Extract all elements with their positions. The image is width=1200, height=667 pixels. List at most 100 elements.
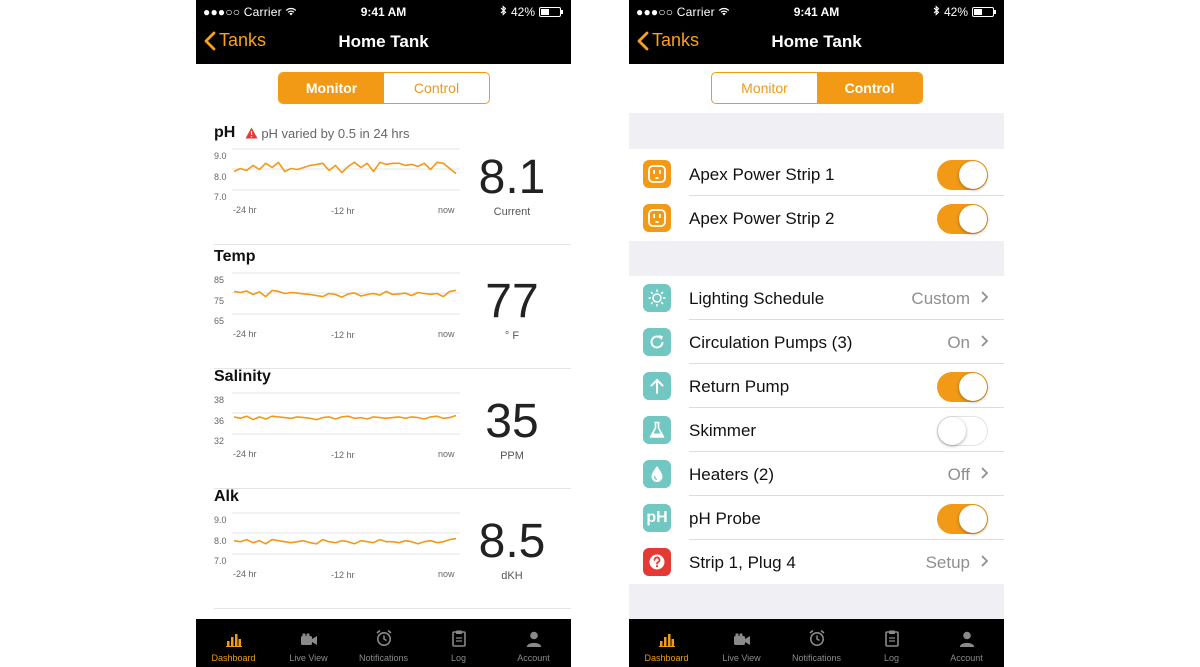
status-right: 42%	[500, 5, 563, 19]
segment-monitor[interactable]: Monitor	[712, 73, 817, 103]
segment-control[interactable]: Control	[817, 73, 922, 103]
y-tick-label: 8.0	[214, 536, 227, 546]
battery-icon	[539, 7, 563, 17]
tab-live-view[interactable]: Live View	[271, 619, 346, 667]
metric-sparkline	[232, 512, 460, 555]
alarm-clock-icon	[375, 629, 393, 653]
toggle-switch[interactable]	[937, 204, 988, 234]
x-tick-label: -24 hr	[233, 569, 257, 579]
battery-icon	[972, 7, 996, 17]
row-circulation-pumps-3[interactable]: Circulation Pumps (3) On	[629, 320, 1004, 364]
battery-percent: 42%	[943, 5, 968, 19]
value-unit: dKH	[501, 570, 523, 582]
metric-temp[interactable]: Temp 85 75 65 -24 hr -12 hr now 77 ° F	[214, 248, 571, 369]
tab-bar: Dashboard Live View Notifications Log Accoun…	[196, 619, 571, 667]
row-lighting-schedule[interactable]: Lighting Schedule Custom	[629, 276, 1004, 320]
question-icon	[643, 548, 671, 576]
row-label: Apex Power Strip 2	[689, 209, 835, 228]
metric-name: Salinity	[214, 368, 271, 385]
drop-icon	[643, 460, 671, 488]
y-tick-label: 75	[214, 296, 225, 306]
toggle-knob	[959, 161, 987, 189]
toggle-knob	[959, 373, 987, 401]
y-tick-label: 8.0	[214, 172, 227, 182]
tab-notifications[interactable]: Notifications	[779, 619, 854, 667]
bar-chart-icon	[225, 633, 242, 653]
x-tick-label: -12 hr	[331, 570, 355, 580]
status-bar: ●●●○○ Carrier 9:41 AM 42%	[196, 0, 571, 22]
metric-salinity[interactable]: Salinity 38 36 32 -24 hr -12 hr now 35 PPM	[214, 368, 571, 489]
tab-label: Log	[450, 653, 467, 663]
tab-label: Dashboard	[644, 653, 689, 663]
tab-label: Log	[883, 653, 900, 663]
metric-ph[interactable]: pH pH varied by 0.5 in 24 hrs 9.0 8.0 7.0 -24…	[214, 124, 571, 245]
metric-name: Temp	[214, 248, 256, 265]
tab-label: Notifications	[358, 653, 409, 663]
nav-bar: Tanks Home Tank	[196, 22, 571, 64]
x-tick-label: -12 hr	[331, 450, 355, 460]
toggle-switch[interactable]	[937, 160, 988, 190]
metric-title: Alk	[214, 488, 239, 506]
row-label: Return Pump	[689, 377, 790, 396]
row-return-pump[interactable]: Return Pump	[629, 364, 1004, 408]
y-tick-label: 36	[214, 416, 225, 426]
tab-live-view[interactable]: Live View	[704, 619, 779, 667]
y-tick-label: 32	[214, 436, 225, 446]
status-right: 42%	[933, 5, 996, 19]
tab-account[interactable]: Account	[496, 619, 571, 667]
row-apex-power-strip-2[interactable]: Apex Power Strip 2	[629, 196, 1004, 240]
toggle-switch[interactable]	[937, 372, 988, 402]
metric-alk[interactable]: Alk 9.0 8.0 7.0 -24 hr -12 hr now 8.5 dKH	[214, 488, 571, 609]
toggle-switch[interactable]	[937, 416, 988, 446]
page-title: Home Tank	[771, 32, 862, 51]
outlet-icon	[643, 204, 671, 232]
x-tick-label: -24 hr	[233, 449, 257, 459]
series-line	[233, 289, 457, 299]
chevron-right-icon	[981, 467, 989, 479]
metric-name: Alk	[214, 488, 239, 505]
clipboard-icon	[884, 630, 899, 653]
row-label: Circulation Pumps (3)	[689, 333, 853, 352]
row-ph-probe[interactable]: pH pH Probe	[629, 496, 1004, 540]
y-tick-label: 7.0	[214, 556, 227, 566]
alarm-clock-icon	[808, 629, 826, 653]
metric-sparkline	[232, 272, 460, 315]
metric-title: Temp	[214, 248, 255, 266]
status-bar: ●●●○○ Carrier 9:41 AM 42%	[629, 0, 1004, 22]
value-unit: Current	[493, 206, 531, 218]
chevron-right-icon	[981, 335, 989, 347]
tab-dashboard[interactable]: Dashboard	[196, 619, 271, 667]
segment-monitor[interactable]: Monitor	[279, 73, 384, 103]
ph-icon-label: pH	[646, 509, 668, 526]
section-spacer	[629, 584, 1004, 620]
row-heaters-2[interactable]: Heaters (2) Off	[629, 452, 1004, 496]
tab-log[interactable]: Log	[854, 619, 929, 667]
tab-label: Dashboard	[211, 653, 256, 663]
x-tick-label: now	[438, 205, 455, 215]
row-value: Setup	[925, 553, 970, 572]
x-tick-label: -12 hr	[331, 330, 355, 340]
battery-percent: 42%	[510, 5, 535, 19]
toggle-switch[interactable]	[937, 504, 988, 534]
tab-account[interactable]: Account	[929, 619, 1004, 667]
tab-label: Account	[517, 653, 550, 663]
chevron-right-icon	[981, 291, 989, 303]
y-tick-label: 9.0	[214, 515, 227, 525]
tab-label: Live View	[722, 653, 761, 663]
series-line	[233, 537, 457, 545]
x-tick-label: now	[438, 449, 455, 459]
toggle-knob	[938, 417, 966, 445]
row-strip-1-plug-4[interactable]: Strip 1, Plug 4 Setup	[629, 540, 1004, 584]
clipboard-icon	[451, 630, 466, 653]
value-unit: PPM	[500, 450, 524, 462]
row-apex-power-strip-1[interactable]: Apex Power Strip 1	[629, 152, 1004, 196]
tab-notifications[interactable]: Notifications	[346, 619, 421, 667]
tab-log[interactable]: Log	[421, 619, 496, 667]
row-skimmer[interactable]: Skimmer	[629, 408, 1004, 452]
bluetooth-icon	[933, 5, 940, 19]
segment-control[interactable]: Control	[384, 73, 489, 103]
row-value: Custom	[911, 289, 970, 308]
video-camera-icon	[300, 633, 318, 653]
tab-dashboard[interactable]: Dashboard	[629, 619, 704, 667]
user-icon	[959, 631, 975, 653]
